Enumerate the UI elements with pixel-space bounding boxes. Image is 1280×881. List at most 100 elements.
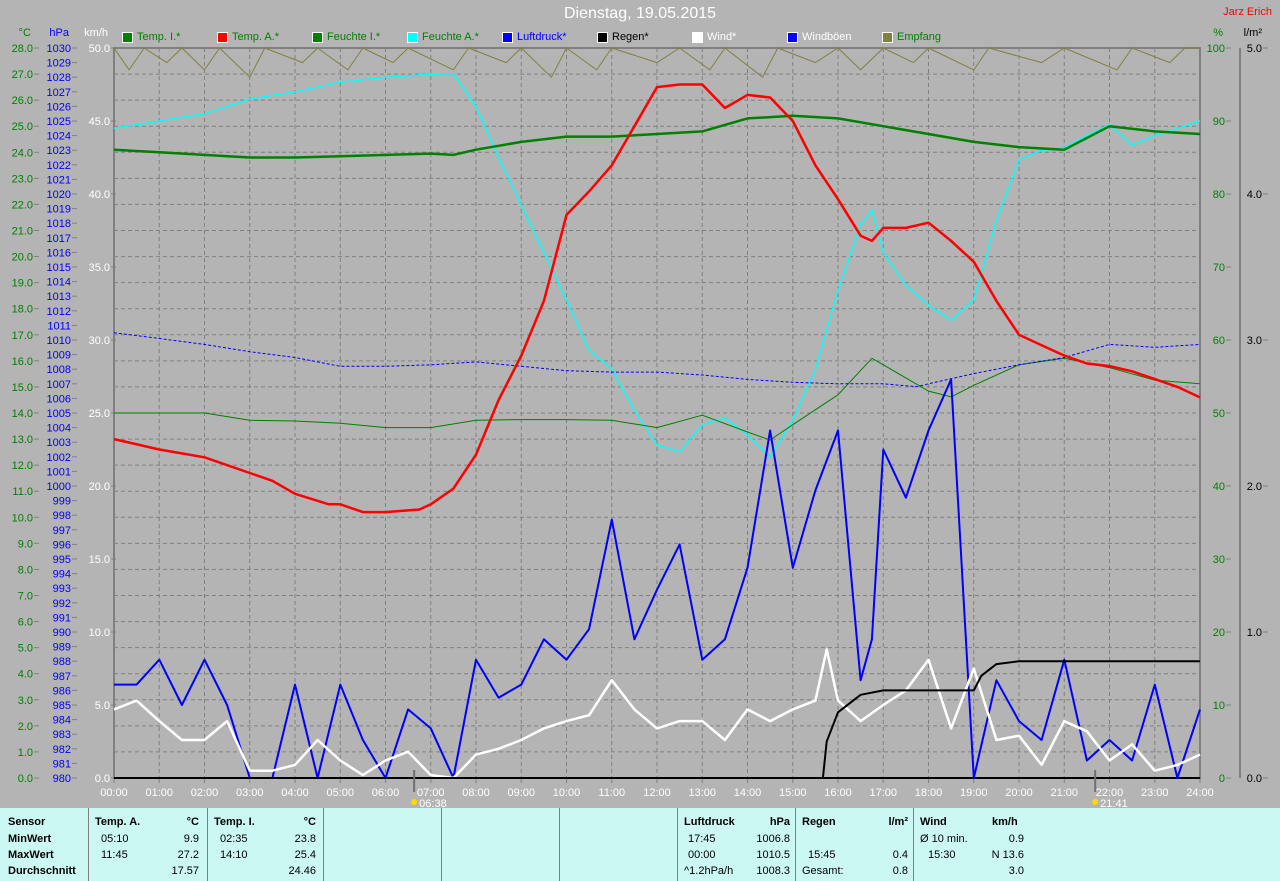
y-tick-label-pressure: 1017 xyxy=(47,233,71,245)
x-tick-label: 16:00 xyxy=(824,787,852,799)
x-tick-label: 06:00 xyxy=(372,787,400,799)
x-tick-label: 19:00 xyxy=(960,787,988,799)
y-tick-label-temp: 13.0 xyxy=(12,434,33,446)
y-tick-label-humidity: 100 xyxy=(1207,43,1225,55)
y-tick-label-pressure: 1016 xyxy=(47,247,71,259)
legend-item: Luftdruck* xyxy=(502,31,597,43)
y-tick-label-temp: 0.0 xyxy=(18,773,33,785)
y-tick-label-pressure: 994 xyxy=(53,569,71,581)
max-value: N 13.6 xyxy=(991,849,1024,861)
stats-col-empty xyxy=(323,808,442,881)
y-tick-label-pressure: 1001 xyxy=(47,466,71,478)
trend: ^1.2hPa/h xyxy=(684,865,734,877)
y-tick-label-pressure: 1018 xyxy=(47,218,71,230)
header: Temp. A. xyxy=(95,816,141,828)
y-tick-label-wind: 25.0 xyxy=(89,408,110,420)
axis-unit-label: l/m² xyxy=(1244,27,1263,39)
x-tick-label: 13:00 xyxy=(688,787,716,799)
x-tick-label: 14:00 xyxy=(734,787,762,799)
y-tick-label-temp: 9.0 xyxy=(18,538,33,550)
y-tick-label-temp: 16.0 xyxy=(12,356,33,368)
y-tick-label-pressure: 991 xyxy=(53,612,71,624)
y-tick-label-temp: 5.0 xyxy=(18,643,33,655)
y-tick-label-pressure: 1023 xyxy=(47,145,71,157)
y-tick-label-temp: 11.0 xyxy=(12,486,33,498)
max-time: 15:30 xyxy=(928,849,956,861)
y-tick-label-pressure: 1014 xyxy=(47,277,71,289)
x-tick-label: 09:00 xyxy=(507,787,535,799)
sunrise-sun-icon xyxy=(411,799,418,805)
y-tick-label-temp: 18.0 xyxy=(12,304,33,316)
avg10-value: 0.9 xyxy=(1008,833,1024,845)
y-tick-label-pressure: 981 xyxy=(53,758,71,770)
y-tick-label-pressure: 987 xyxy=(53,671,71,683)
legend-item: Temp. I.* xyxy=(122,31,217,43)
y-tick-label-humidity: 60 xyxy=(1213,335,1225,347)
x-tick-label: 21:00 xyxy=(1050,787,1078,799)
y-tick-label-pressure: 982 xyxy=(53,744,71,756)
y-tick-label-humidity: 50 xyxy=(1213,408,1225,420)
y-tick-label-pressure: 1007 xyxy=(47,379,71,391)
y-tick-label-wind: 30.0 xyxy=(89,335,110,347)
stats-col-empty xyxy=(441,808,560,881)
avg-value: 1008.3 xyxy=(756,865,790,877)
weather-chart: 00:00 01:00 02:00 03:00 04:00 05:00 06:00 07:00… xyxy=(12,27,1268,808)
y-tick-label-pressure: 993 xyxy=(53,583,71,595)
y-tick-label-wind: 35.0 xyxy=(89,262,110,274)
stats-col-empty xyxy=(559,808,678,881)
y-tick-label-pressure: 1030 xyxy=(47,43,71,55)
y-tick-label-pressure: 1006 xyxy=(47,393,71,405)
y-tick-label-temp: 15.0 xyxy=(12,382,33,394)
y-tick-label-humidity: 90 xyxy=(1213,116,1225,128)
stats-col-temp-i: Temp. I. °C 02:35 23.8 14:10 25.4 24.46 xyxy=(207,808,324,881)
y-tick-label-pressure: 1015 xyxy=(47,262,71,274)
y-tick-label-wind: 10.0 xyxy=(89,627,110,639)
stats-col-rain: Regen l/m² 15:45 0.4 Gesamt: 0.8 xyxy=(795,808,914,881)
y-tick-label-rain: 2.0 xyxy=(1247,481,1262,493)
legend: Temp. I.* Temp. A.* Feuchte I.* Feuchte A.*… xyxy=(122,31,977,43)
y-tick-label-pressure: 999 xyxy=(53,496,71,508)
legend-label: Feuchte A.* xyxy=(422,31,479,43)
max-value: 25.4 xyxy=(294,849,316,861)
y-tick-label-wind: 5.0 xyxy=(95,700,110,712)
x-tick-label: 05:00 xyxy=(326,787,354,799)
y-tick-label-pressure: 1008 xyxy=(47,364,71,376)
y-tick-label-humidity: 10 xyxy=(1213,700,1225,712)
y-tick-label-pressure: 997 xyxy=(53,525,71,537)
legend-swatch xyxy=(882,31,893,43)
legend-label: Feuchte I.* xyxy=(327,31,381,43)
stats-col-pressure: Luftdruck hPa 17:45 1006.8 00:00 1010.5 … xyxy=(677,808,796,881)
total-value: 0.8 xyxy=(892,865,908,877)
legend-item: Feuchte A.* xyxy=(407,31,502,43)
y-tick-label-pressure: 989 xyxy=(53,642,71,654)
x-tick-label: 01:00 xyxy=(145,787,173,799)
y-tick-label-pressure: 984 xyxy=(53,715,71,727)
unit: °C xyxy=(303,816,316,828)
sunset-label: 21:41 xyxy=(1100,798,1128,808)
legend-item: Temp. A.* xyxy=(217,31,312,43)
y-tick-label-pressure: 1005 xyxy=(47,408,71,420)
legend-swatch xyxy=(502,31,513,43)
y-tick-label-temp: 27.0 xyxy=(12,69,33,81)
legend-swatch xyxy=(692,31,703,43)
unit: l/m² xyxy=(888,816,908,828)
y-tick-label-humidity: 80 xyxy=(1213,189,1225,201)
legend-label: Regen* xyxy=(612,31,649,43)
y-tick-label-temp: 21.0 xyxy=(12,226,33,238)
min-time: 05:10 xyxy=(101,833,129,845)
y-tick-label-pressure: 1027 xyxy=(47,87,71,99)
y-tick-label-temp: 1.0 xyxy=(18,747,33,759)
chart-title: Dienstag, 19.05.2015 xyxy=(563,5,717,22)
y-tick-label-temp: 10.0 xyxy=(12,512,33,524)
y-tick-label-pressure: 985 xyxy=(53,700,71,712)
header: Temp. I. xyxy=(214,816,255,828)
stats-label-min: MinWert xyxy=(8,833,52,845)
y-tick-label-temp: 25.0 xyxy=(12,121,33,133)
x-tick-label: 18:00 xyxy=(915,787,943,799)
y-tick-label-wind: 15.0 xyxy=(89,554,110,566)
axis-unit-label: hPa xyxy=(49,27,69,39)
total-label: Gesamt: xyxy=(802,865,844,877)
sunrise-label: 06:38 xyxy=(419,798,447,808)
y-tick-label-pressure: 1021 xyxy=(47,174,71,186)
legend-label: Windböen xyxy=(802,31,852,43)
